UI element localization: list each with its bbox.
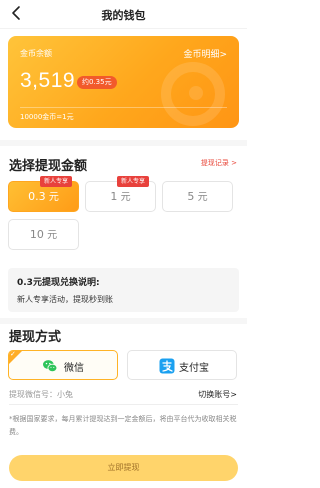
alipay-icon	[159, 358, 175, 374]
amount-value: 1	[110, 190, 118, 203]
coin-detail-link[interactable]: 金币明细>	[183, 47, 227, 60]
header-divider	[0, 28, 247, 29]
withdraw-records-link[interactable]: 提现记录 >	[201, 158, 237, 168]
new-user-badge: 新人专享	[39, 176, 72, 187]
alipay-label: 支付宝	[179, 363, 209, 374]
amount-option-5[interactable]: 5 元	[162, 181, 233, 212]
info-description: 新人专享活动，提现秒到账	[17, 295, 113, 304]
withdraw-now-button[interactable]: 立即提现	[9, 455, 238, 481]
amount-option-0-3[interactable]: 0.3 元 新人专享	[8, 176, 79, 212]
tax-notice: *根据国家要求，每月累计提现达到一定金额后，将由平台代为收取相关税费。	[9, 415, 237, 436]
approx-value-badge: 约0.35元	[77, 76, 117, 89]
account-divider	[9, 404, 238, 405]
section-divider	[0, 318, 247, 324]
wechat-icon	[43, 360, 58, 372]
exchange-rate-text: 10000金币=1元	[20, 113, 74, 121]
top-bar: 我的钱包	[0, 0, 247, 28]
amount-unit: 元	[48, 192, 59, 203]
page-title: 我的钱包	[101, 9, 146, 22]
withdraw-method-title: 提现方式	[9, 330, 62, 345]
withdraw-info-box: 0.3元提现兑换说明: 新人专享活动，提现秒到账	[8, 268, 239, 312]
withdraw-account-label: 提现微信号：小兔	[9, 390, 73, 399]
info-title: 0.3元提现兑换说明:	[17, 278, 100, 288]
checkmark-icon: ✓	[10, 350, 16, 358]
section-divider	[0, 140, 247, 146]
balance-label: 金币余额	[20, 49, 52, 58]
alipay-option[interactable]: 支付宝	[127, 350, 237, 380]
new-user-badge: 新人专享	[116, 176, 149, 187]
amount-unit: 元	[197, 192, 208, 203]
coin-decoration-dot	[189, 86, 203, 100]
wechat-pay-option[interactable]: ✓ 微信	[8, 350, 118, 380]
wechat-label: 微信	[64, 363, 84, 374]
switch-account-link[interactable]: 切换账号>	[198, 389, 237, 400]
amount-value: 0.3	[28, 190, 46, 203]
card-divider	[20, 107, 227, 108]
balance-value: 3,519	[20, 69, 76, 92]
amount-option-1[interactable]: 1 元 新人专享	[85, 176, 156, 212]
amount-value: 5	[187, 190, 195, 203]
amount-unit: 元	[120, 192, 131, 203]
withdraw-amount-title: 选择提现金额	[9, 159, 88, 174]
balance-card: 金币余额 金币明细> 3,519 约0.35元 10000金币=1元	[8, 36, 239, 128]
amount-option-10[interactable]: 10 元	[8, 219, 79, 250]
amount-value: 10	[29, 228, 44, 241]
amount-unit: 元	[47, 230, 58, 241]
